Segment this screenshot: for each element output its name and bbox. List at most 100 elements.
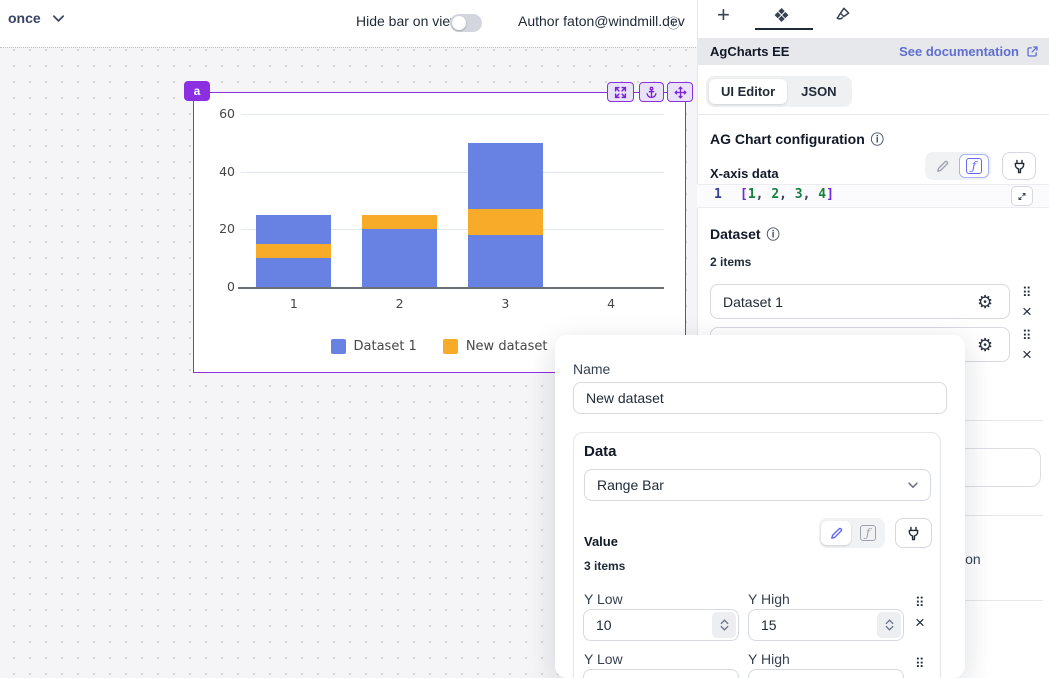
y-high-label: Y High xyxy=(748,651,790,667)
see-documentation-link[interactable]: See documentation xyxy=(899,44,1039,59)
bar-segment xyxy=(362,215,437,229)
external-link-icon xyxy=(1026,45,1039,58)
pencil-icon xyxy=(935,159,950,174)
components-icon: ❖ xyxy=(773,6,790,27)
dataset-1-name-input[interactable] xyxy=(710,284,1010,319)
hide-bar-label: Hide bar on view xyxy=(356,13,460,29)
eval-input-button[interactable]: ƒ xyxy=(853,521,883,545)
editor-mode-switch: UI Editor JSON xyxy=(706,76,852,107)
agcharts-component[interactable]: 0 20 40 60 1 2 3 4 Dataset 1 New dataset xyxy=(193,92,686,373)
component-settings-tab[interactable]: ❖ xyxy=(773,5,790,28)
config-section-title: AG Chart configuration ⓘ xyxy=(710,129,884,148)
y-high-label: Y High xyxy=(748,591,790,607)
y-low-label: Y Low xyxy=(584,591,623,607)
legend-item[interactable]: New dataset xyxy=(443,339,548,354)
windmill-app-editor: once Hide bar on view Author faton@windm… xyxy=(0,0,1049,678)
author-label: Author faton@windmill.dev xyxy=(518,13,685,29)
eval-input-button[interactable]: ƒ xyxy=(959,154,989,178)
value-row-1-remove-button[interactable]: × xyxy=(915,614,925,631)
expand-editor-button[interactable] xyxy=(1011,186,1033,206)
number-stepper[interactable] xyxy=(712,612,736,638)
add-component-tab[interactable]: + xyxy=(717,2,730,28)
dataset-section-title: Dataset ⓘ xyxy=(710,224,780,243)
y-low-input[interactable] xyxy=(583,669,739,678)
info-icon: ⓘ xyxy=(767,224,780,243)
move-component-button[interactable] xyxy=(667,82,693,102)
dataset-1-drag-handle[interactable]: ⠿ xyxy=(1022,286,1030,299)
static-input-button[interactable] xyxy=(927,154,957,178)
legend-label: Dataset 1 xyxy=(354,339,417,354)
x-axis-line xyxy=(238,287,664,289)
grid-line xyxy=(241,172,664,173)
number-stepper[interactable] xyxy=(877,612,901,638)
y-axis-tick-label: 60 xyxy=(194,106,235,121)
static-input-button[interactable] xyxy=(821,521,851,545)
close-icon: × xyxy=(915,613,925,632)
legend-item[interactable]: Dataset 1 xyxy=(331,339,417,354)
x-axis-tick-label: 2 xyxy=(380,296,420,311)
data-config-box: Data Range Bar Value ƒ 3 items Y Low Y H xyxy=(573,432,941,678)
dataset-name-input[interactable] xyxy=(573,382,947,414)
component-panel-header: AgCharts EE See documentation xyxy=(697,38,1049,65)
hide-bar-toggle[interactable] xyxy=(450,14,482,32)
move-icon xyxy=(674,86,687,99)
value-row-1-drag-handle[interactable]: ⠿ xyxy=(915,596,923,609)
expand-diagonal-icon xyxy=(1018,191,1026,202)
legend-swatch xyxy=(331,339,346,354)
plug-icon xyxy=(1012,159,1027,174)
maximize-icon xyxy=(614,86,627,99)
dataset-2-remove-button[interactable]: × xyxy=(1022,346,1032,363)
data-type-value: Range Bar xyxy=(597,477,664,493)
plug-icon xyxy=(906,526,921,541)
y-axis-tick-label: 40 xyxy=(194,164,235,179)
x-axis-tick-label: 4 xyxy=(591,296,631,311)
grid-line xyxy=(241,114,664,115)
data-type-select[interactable]: Range Bar xyxy=(584,469,931,501)
chevron-down-icon xyxy=(51,11,66,26)
x-axis-tick-label: 3 xyxy=(485,296,525,311)
close-icon: × xyxy=(1022,302,1032,321)
anchor-component-button[interactable] xyxy=(639,82,664,102)
dataset-2-settings-button[interactable]: ⚙ xyxy=(977,336,993,354)
expand-component-button[interactable] xyxy=(607,82,634,102)
tab-json[interactable]: JSON xyxy=(789,79,848,104)
author-info-icon: ⓘ xyxy=(667,13,680,32)
value-label: Value xyxy=(584,534,618,549)
bar-segment xyxy=(468,209,543,235)
close-icon: × xyxy=(1022,345,1032,364)
theme-tab[interactable] xyxy=(834,6,851,26)
paintbrush-icon xyxy=(834,6,851,23)
pencil-icon xyxy=(829,526,844,541)
value-input-mode-group: ƒ xyxy=(819,518,885,548)
code-line-number: 1 xyxy=(714,187,722,202)
tab-ui-editor[interactable]: UI Editor xyxy=(709,79,787,104)
value-row-2-drag-handle[interactable]: ⠿ xyxy=(915,657,923,670)
xaxis-input-mode-group: ƒ xyxy=(925,152,991,180)
run-mode-dropdown[interactable]: once xyxy=(8,10,66,26)
x-axis-tick-label: 1 xyxy=(274,296,314,311)
dataset-1-remove-button[interactable]: × xyxy=(1022,303,1032,320)
component-id-badge[interactable]: a xyxy=(184,81,210,101)
y-axis-tick-label: 0 xyxy=(194,279,235,294)
run-mode-label: once xyxy=(8,10,41,26)
name-label: Name xyxy=(573,361,610,377)
data-label: Data xyxy=(584,443,617,460)
legend-swatch xyxy=(443,339,458,354)
component-type-title: AgCharts EE xyxy=(710,44,789,59)
y-axis-tick-label: 20 xyxy=(194,221,235,236)
xaxis-data-label: X-axis data xyxy=(710,166,779,181)
dataset-2-drag-handle[interactable]: ⠿ xyxy=(1022,329,1030,342)
chevron-down-icon xyxy=(906,478,920,492)
y-low-label: Y Low xyxy=(584,651,623,667)
value-items-count: 3 items xyxy=(584,559,625,573)
dataset-settings-modal: Name Data Range Bar Value ƒ 3 items xyxy=(555,335,965,678)
legend-label: New dataset xyxy=(466,339,548,354)
connect-input-button[interactable] xyxy=(895,518,932,548)
gear-icon: ⚙ xyxy=(977,335,993,355)
connect-input-button[interactable] xyxy=(1002,152,1036,180)
code-content: [1, 2, 3, 4] xyxy=(740,187,834,202)
plus-icon: + xyxy=(717,2,730,27)
divider xyxy=(697,114,1049,115)
dataset-1-settings-button[interactable]: ⚙ xyxy=(977,293,993,311)
y-high-input[interactable] xyxy=(748,669,904,678)
